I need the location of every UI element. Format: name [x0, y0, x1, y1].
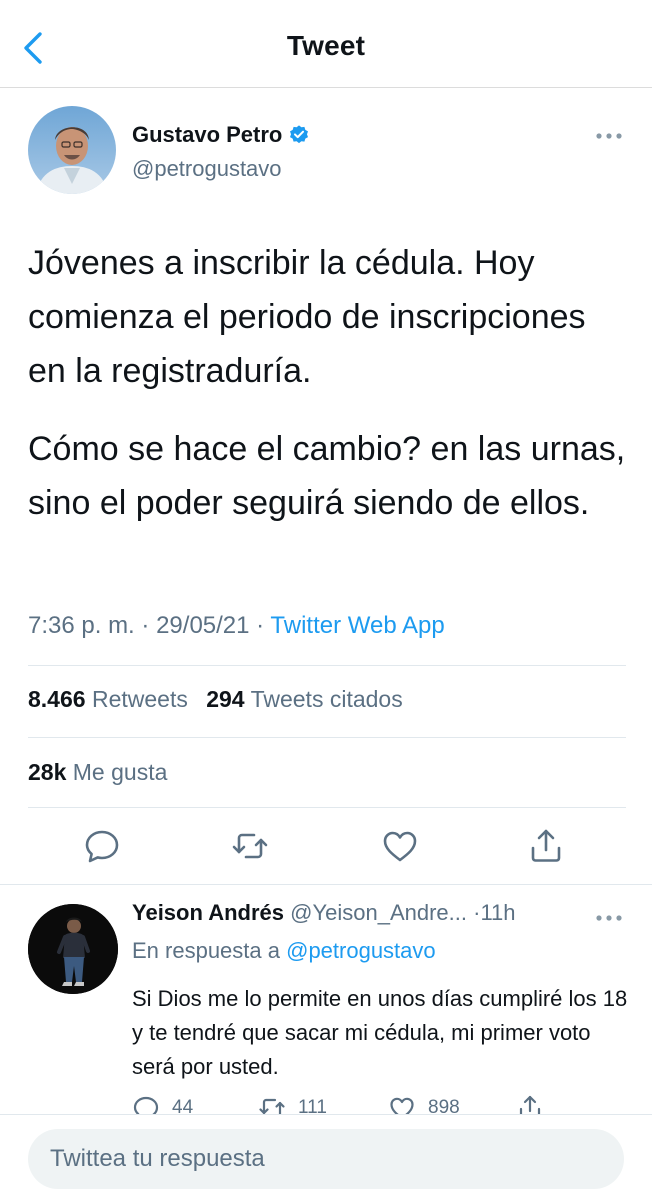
meta-separator: · [141, 612, 150, 639]
reply-share-button[interactable] [516, 1094, 544, 1114]
reply-author-name[interactable]: Yeison Andrés [132, 900, 284, 925]
more-options-button[interactable] [594, 126, 624, 146]
share-button[interactable] [526, 826, 566, 866]
divider [28, 665, 626, 666]
reply-actions: 44 111 898 [132, 1094, 632, 1114]
reply-icon [133, 1096, 159, 1114]
divider [28, 807, 626, 808]
likes-stat[interactable]: 28k Me gusta [28, 759, 167, 785]
author-name[interactable]: Gustavo Petro [132, 122, 310, 148]
reply-avatar-image [28, 904, 118, 994]
retweets-count: 8.466 [28, 686, 86, 712]
like-button[interactable] [380, 826, 420, 866]
author-name-text: Gustavo Petro [132, 122, 283, 147]
reply-time: 11h [480, 900, 516, 925]
like-icon [383, 831, 417, 862]
share-icon [531, 829, 561, 862]
reply-header: Yeison Andrés @Yeison_Andre... ·11h [132, 900, 516, 926]
quotes-count: 294 [206, 686, 245, 712]
avatar[interactable] [28, 106, 116, 194]
likes-stats-row: 28k Me gusta [28, 759, 179, 786]
author-handle[interactable]: @petrogustavo [132, 156, 282, 182]
likes-label: Me gusta [72, 759, 168, 785]
reply-likes-count: 898 [428, 1097, 460, 1114]
reply-like-button[interactable]: 898 [388, 1094, 460, 1114]
in-reply-to: En respuesta a @petrogustavo [132, 938, 436, 964]
reply-author-handle[interactable]: @Yeison_Andre... [290, 900, 467, 925]
reply-reply-button[interactable]: 44 [132, 1094, 193, 1114]
reply-text: Si Dios me lo permite en unos días cumpl… [132, 986, 628, 1079]
tweet-paragraph: Cómo se hace el cambio? en las urnas, si… [28, 430, 626, 522]
reply-retweets-count: 111 [298, 1097, 327, 1114]
quotes-stat[interactable]: 294 Tweets citados [206, 686, 403, 712]
quotes-label: Tweets citados [250, 686, 403, 712]
share-icon [519, 1095, 541, 1114]
meta-separator: · [256, 612, 265, 639]
tweet-paragraph: Jóvenes a inscribir la cédula. Hoy comie… [28, 244, 586, 390]
verified-badge-icon [290, 125, 309, 144]
divider [28, 737, 626, 738]
retweet-icon [259, 1098, 285, 1114]
tweet-time: 7:36 p. m. [28, 612, 135, 639]
page-title: Tweet [286, 30, 366, 61]
like-icon [390, 1097, 414, 1114]
reply-retweet-button[interactable]: 111 [258, 1094, 327, 1114]
reply-button[interactable] [82, 826, 122, 866]
in-reply-to-mention[interactable]: @petrogustavo [286, 938, 436, 963]
retweet-stats-row: 8.466 Retweets 294 Tweets citados [28, 686, 415, 713]
likes-count: 28k [28, 759, 67, 785]
tweet-date: 29/05/21 [156, 612, 250, 639]
reply-avatar[interactable] [28, 904, 118, 994]
retweet-button[interactable] [230, 826, 270, 866]
tweet-text: Jóvenes a inscribir la cédula. Hoy comie… [28, 236, 628, 554]
top-bar: Tweet [0, 0, 652, 88]
retweet-icon [232, 833, 268, 859]
reply-icon [85, 830, 119, 863]
compose-bar [0, 1114, 652, 1200]
tweet-source-link[interactable]: Twitter Web App [270, 612, 444, 639]
in-reply-to-label: En respuesta a [132, 938, 280, 963]
reply-more-options-button[interactable] [594, 908, 624, 928]
retweets-stat[interactable]: 8.466 Retweets [28, 686, 188, 712]
author-avatar-image [28, 106, 116, 194]
tweet-meta: 7:36 p. m. · 29/05/21 · Twitter Web App [28, 612, 445, 640]
more-horizontal-icon [596, 915, 622, 921]
retweets-label: Retweets [91, 686, 188, 712]
reply-replies-count: 44 [172, 1097, 194, 1114]
reply-compose-input[interactable] [28, 1129, 624, 1189]
section-divider [0, 884, 652, 885]
more-horizontal-icon [596, 133, 622, 139]
